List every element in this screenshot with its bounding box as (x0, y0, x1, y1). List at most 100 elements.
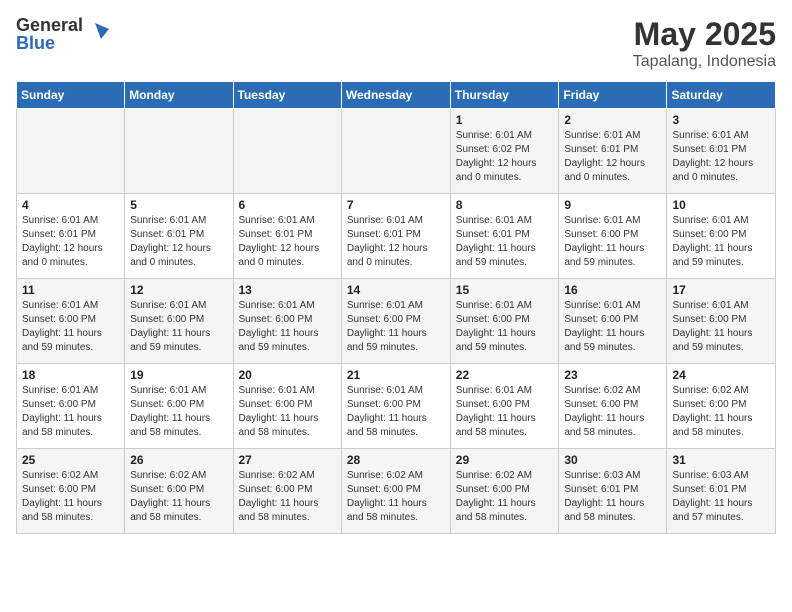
day-info: Sunrise: 6:01 AMSunset: 6:00 PMDaylight:… (564, 299, 661, 355)
calendar-day-30: 30Sunrise: 6:03 AMSunset: 6:01 PMDayligh… (559, 449, 667, 534)
logo-triangle-icon (87, 21, 109, 43)
day-info: Sunrise: 6:02 AMSunset: 6:00 PMDaylight:… (130, 469, 227, 525)
logo-container: General Blue (16, 16, 109, 52)
day-info: Sunrise: 6:01 AMSunset: 6:01 PMDaylight:… (456, 214, 554, 270)
day-number: 22 (456, 368, 554, 382)
day-number: 3 (672, 113, 770, 127)
weekday-header-row: SundayMondayTuesdayWednesdayThursdayFrid… (17, 82, 776, 109)
day-info: Sunrise: 6:01 AMSunset: 6:01 PMDaylight:… (239, 214, 336, 270)
weekday-header-sunday: Sunday (17, 82, 125, 109)
day-number: 24 (672, 368, 770, 382)
weekday-header-saturday: Saturday (667, 82, 776, 109)
calendar-day-3: 3 Sunrise: 6:01 AMSunset: 6:01 PMDaylight… (667, 109, 776, 194)
logo-text: General Blue (16, 16, 83, 52)
calendar-day-18: 18Sunrise: 6:01 AMSunset: 6:00 PMDayligh… (17, 364, 125, 449)
calendar-day-25: 25 Sunrise: 6:02 AMSunset: 6:00 PMDayligh… (17, 449, 125, 534)
day-info: Sunrise: 6:01 AMSunset: 6:00 PMDaylight:… (564, 214, 661, 270)
calendar-week-2: 4 Sunrise: 6:01 AMSunset: 6:01 PMDaylight… (17, 194, 776, 279)
day-number: 15 (456, 283, 554, 297)
day-info: Sunrise: 6:01 AMSunset: 6:00 PMDaylight:… (347, 299, 445, 355)
day-info: Sunrise: 6:02 AMSunset: 6:00 PMDaylight:… (672, 384, 770, 440)
day-number: 19 (130, 368, 227, 382)
calendar-day-22: 22 Sunrise: 6:01 AMSunset: 6:00 PMDayligh… (450, 364, 559, 449)
title-section: May 2025 Tapalang, Indonesia (633, 16, 776, 71)
day-number: 14 (347, 283, 445, 297)
calendar-day-20: 20 Sunrise: 6:01 AMSunset: 6:00 PMDayligh… (233, 364, 341, 449)
day-number: 25 (22, 453, 119, 467)
day-number: 8 (456, 198, 554, 212)
day-number: 2 (564, 113, 661, 127)
day-info: Sunrise: 6:01 AMSunset: 6:01 PMDaylight:… (672, 129, 770, 185)
day-number: 23 (564, 368, 661, 382)
calendar-day-10: 10 Sunrise: 6:01 AMSunset: 6:00 PMDayligh… (667, 194, 776, 279)
day-number: 21 (347, 368, 445, 382)
calendar-day-4: 4 Sunrise: 6:01 AMSunset: 6:01 PMDaylight… (17, 194, 125, 279)
day-info: Sunrise: 6:02 AMSunset: 6:00 PMDaylight:… (22, 469, 119, 525)
calendar-day-2: 2 Sunrise: 6:01 AMSunset: 6:01 PMDaylight… (559, 109, 667, 194)
day-number: 5 (130, 198, 227, 212)
day-info: Sunrise: 6:01 AMSunset: 6:01 PMDaylight:… (130, 214, 227, 270)
calendar-day-11: 11 Sunrise: 6:01 AMSunset: 6:00 PMDayligh… (17, 279, 125, 364)
weekday-header-wednesday: Wednesday (341, 82, 450, 109)
day-number: 10 (672, 198, 770, 212)
day-number: 26 (130, 453, 227, 467)
day-info: Sunrise: 6:01 AMSunset: 6:00 PMDaylight:… (672, 214, 770, 270)
day-number: 16 (564, 283, 661, 297)
day-info: Sunrise: 6:01 AMSunset: 6:01 PMDaylight:… (347, 214, 445, 270)
day-number: 6 (239, 198, 336, 212)
day-info: Sunrise: 6:01 AMSunset: 6:00 PMDaylight:… (22, 299, 119, 355)
day-info: Sunrise: 6:01 AMSunset: 6:01 PMDaylight:… (564, 129, 661, 185)
day-info: Sunrise: 6:01 AMSunset: 6:00 PMDaylight:… (130, 299, 227, 355)
location-title: Tapalang, Indonesia (633, 53, 776, 71)
calendar-day-17: 17Sunrise: 6:01 AMSunset: 6:00 PMDayligh… (667, 279, 776, 364)
calendar-day-5: 5 Sunrise: 6:01 AMSunset: 6:01 PMDaylight… (125, 194, 233, 279)
day-info: Sunrise: 6:01 AMSunset: 6:00 PMDaylight:… (456, 384, 554, 440)
calendar-day-8: 8 Sunrise: 6:01 AMSunset: 6:01 PMDaylight… (450, 194, 559, 279)
logo-general: General (16, 15, 83, 35)
calendar-day-14: 14 Sunrise: 6:01 AMSunset: 6:00 PMDayligh… (341, 279, 450, 364)
calendar-day-29: 29 Sunrise: 6:02 AMSunset: 6:00 PMDayligh… (450, 449, 559, 534)
calendar-day-19: 19 Sunrise: 6:01 AMSunset: 6:00 PMDayligh… (125, 364, 233, 449)
day-info: Sunrise: 6:02 AMSunset: 6:00 PMDaylight:… (564, 384, 661, 440)
day-info: Sunrise: 6:01 AMSunset: 6:00 PMDaylight:… (347, 384, 445, 440)
calendar-day-9: 9 Sunrise: 6:01 AMSunset: 6:00 PMDaylight… (559, 194, 667, 279)
day-info: Sunrise: 6:01 AMSunset: 6:00 PMDaylight:… (239, 384, 336, 440)
calendar-day-6: 6 Sunrise: 6:01 AMSunset: 6:01 PMDaylight… (233, 194, 341, 279)
calendar-day-16: 16 Sunrise: 6:01 AMSunset: 6:00 PMDayligh… (559, 279, 667, 364)
weekday-header-thursday: Thursday (450, 82, 559, 109)
day-number: 7 (347, 198, 445, 212)
day-number: 9 (564, 198, 661, 212)
calendar-day-13: 13 Sunrise: 6:01 AMSunset: 6:00 PMDayligh… (233, 279, 341, 364)
day-number: 12 (130, 283, 227, 297)
logo: General Blue (16, 16, 109, 52)
calendar-day-23: 23 Sunrise: 6:02 AMSunset: 6:00 PMDayligh… (559, 364, 667, 449)
calendar-week-5: 25 Sunrise: 6:02 AMSunset: 6:00 PMDayligh… (17, 449, 776, 534)
day-number: 1 (456, 113, 554, 127)
day-number: 17 (672, 283, 770, 297)
day-number: 31 (672, 453, 770, 467)
day-info: Sunrise: 6:01 AMSunset: 6:01 PMDaylight:… (22, 214, 119, 270)
calendar-day-26: 26 Sunrise: 6:02 AMSunset: 6:00 PMDayligh… (125, 449, 233, 534)
calendar-day-15: 15Sunrise: 6:01 AMSunset: 6:00 PMDayligh… (450, 279, 559, 364)
day-info: Sunrise: 6:01 AMSunset: 6:00 PMDaylight:… (22, 384, 119, 440)
empty-cell-0-3 (341, 109, 450, 194)
calendar-day-1: 1Sunrise: 6:01 AMSunset: 6:02 PMDaylight… (450, 109, 559, 194)
day-number: 29 (456, 453, 554, 467)
day-number: 27 (239, 453, 336, 467)
empty-cell-0-2 (233, 109, 341, 194)
day-info: Sunrise: 6:01 AMSunset: 6:00 PMDaylight:… (239, 299, 336, 355)
calendar-week-3: 11 Sunrise: 6:01 AMSunset: 6:00 PMDayligh… (17, 279, 776, 364)
empty-cell-0-0 (17, 109, 125, 194)
day-info: Sunrise: 6:02 AMSunset: 6:00 PMDaylight:… (456, 469, 554, 525)
day-number: 13 (239, 283, 336, 297)
day-number: 11 (22, 283, 119, 297)
day-number: 30 (564, 453, 661, 467)
weekday-header-friday: Friday (559, 82, 667, 109)
page-header: General Blue May 2025 Tapalang, Indonesi… (16, 16, 776, 71)
day-number: 4 (22, 198, 119, 212)
day-info: Sunrise: 6:01 AMSunset: 6:00 PMDaylight:… (130, 384, 227, 440)
calendar-day-24: 24 Sunrise: 6:02 AMSunset: 6:00 PMDayligh… (667, 364, 776, 449)
day-number: 28 (347, 453, 445, 467)
day-number: 20 (239, 368, 336, 382)
calendar-week-4: 18Sunrise: 6:01 AMSunset: 6:00 PMDayligh… (17, 364, 776, 449)
